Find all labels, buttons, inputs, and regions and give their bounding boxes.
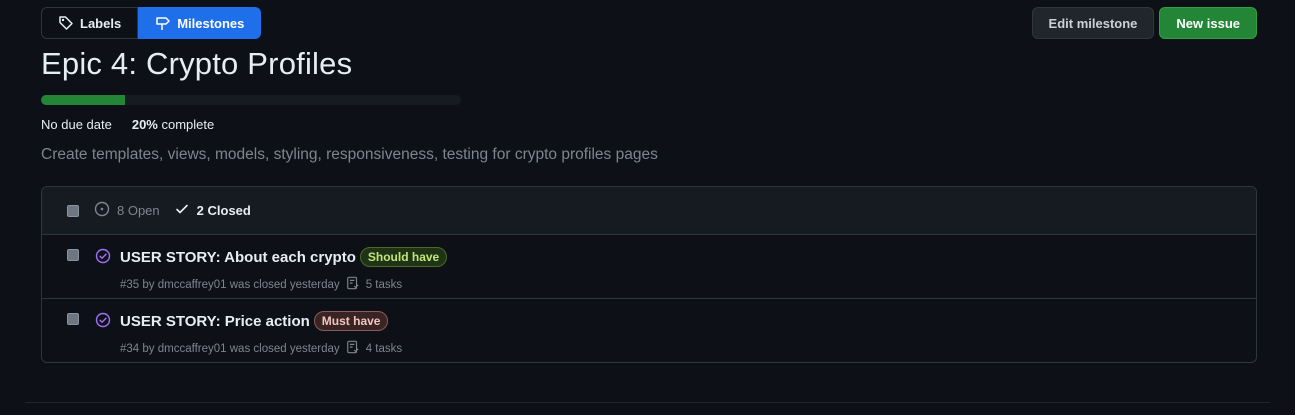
issue-label[interactable]: Should have [359, 247, 448, 267]
edit-milestone-button[interactable]: Edit milestone [1031, 7, 1155, 39]
progress-fill [41, 95, 125, 105]
check-icon [174, 201, 190, 220]
tasklist-icon [346, 340, 360, 357]
due-date: No due date [41, 117, 112, 132]
issue-row: USER STORY: Price action Must have #34 b… [42, 299, 1256, 362]
issue-meta: #34 by dmccaffrey01 was closed yesterday… [120, 340, 402, 357]
footer-divider [25, 402, 1270, 403]
issue-closed-icon [95, 248, 111, 269]
milestone-title: Epic 4: Crypto Profiles [41, 46, 353, 81]
issue-meta-text: #34 by dmccaffrey01 was closed yesterday [120, 342, 340, 355]
completion-text: complete [161, 117, 215, 132]
issue-checkbox[interactable] [67, 249, 79, 261]
state-filters: 8 Open 2 Closed [94, 201, 251, 220]
labels-tab-label: Labels [80, 15, 122, 31]
milestones-tab[interactable]: Milestones [138, 7, 262, 39]
open-filter[interactable]: 8 Open [94, 201, 160, 220]
issue-open-icon [94, 201, 110, 220]
issue-list-header: 8 Open 2 Closed [42, 187, 1256, 235]
issue-tasks[interactable]: 4 tasks [366, 343, 402, 355]
milestones-tab-label: Milestones [177, 15, 245, 31]
issue-title-link[interactable]: USER STORY: About each crypto [120, 249, 356, 266]
issue-title-link[interactable]: USER STORY: Price action [120, 313, 310, 330]
closed-count: 2 Closed [196, 203, 251, 218]
issue-row: USER STORY: About each crypto Should hav… [42, 235, 1256, 299]
completion: 20% complete [132, 117, 214, 132]
issue-meta: #35 by dmccaffrey01 was closed yesterday… [120, 276, 402, 293]
milestone-icon [155, 15, 171, 31]
labels-tab[interactable]: Labels [41, 7, 139, 39]
issue-meta-text: #35 by dmccaffrey01 was closed yesterday [120, 278, 340, 291]
tasklist-icon [346, 276, 360, 293]
completion-percent: 20% [131, 117, 158, 132]
issue-list: 8 Open 2 Closed USER STORY: About each c… [41, 186, 1257, 363]
milestone-progress-bar [41, 95, 461, 105]
issue-tasks[interactable]: 5 tasks [366, 279, 402, 291]
issue-closed-icon [95, 312, 111, 333]
issue-title-line: USER STORY: Price action Must have [120, 311, 389, 331]
issue-label[interactable]: Must have [313, 311, 389, 331]
select-all-checkbox[interactable] [67, 204, 79, 217]
tag-icon [58, 15, 74, 31]
issues-subnav: Labels Milestones [41, 7, 262, 39]
issue-title-line: USER STORY: About each crypto Should hav… [120, 247, 448, 267]
header-actions: Edit milestone New issue [1031, 7, 1257, 39]
open-count: 8 Open [117, 203, 160, 218]
milestone-meta: No due date 20% complete [41, 117, 214, 132]
milestone-description: Create templates, views, models, styling… [41, 146, 658, 163]
closed-filter[interactable]: 2 Closed [174, 201, 251, 220]
new-issue-button[interactable]: New issue [1159, 7, 1257, 39]
issue-checkbox[interactable] [67, 313, 79, 325]
